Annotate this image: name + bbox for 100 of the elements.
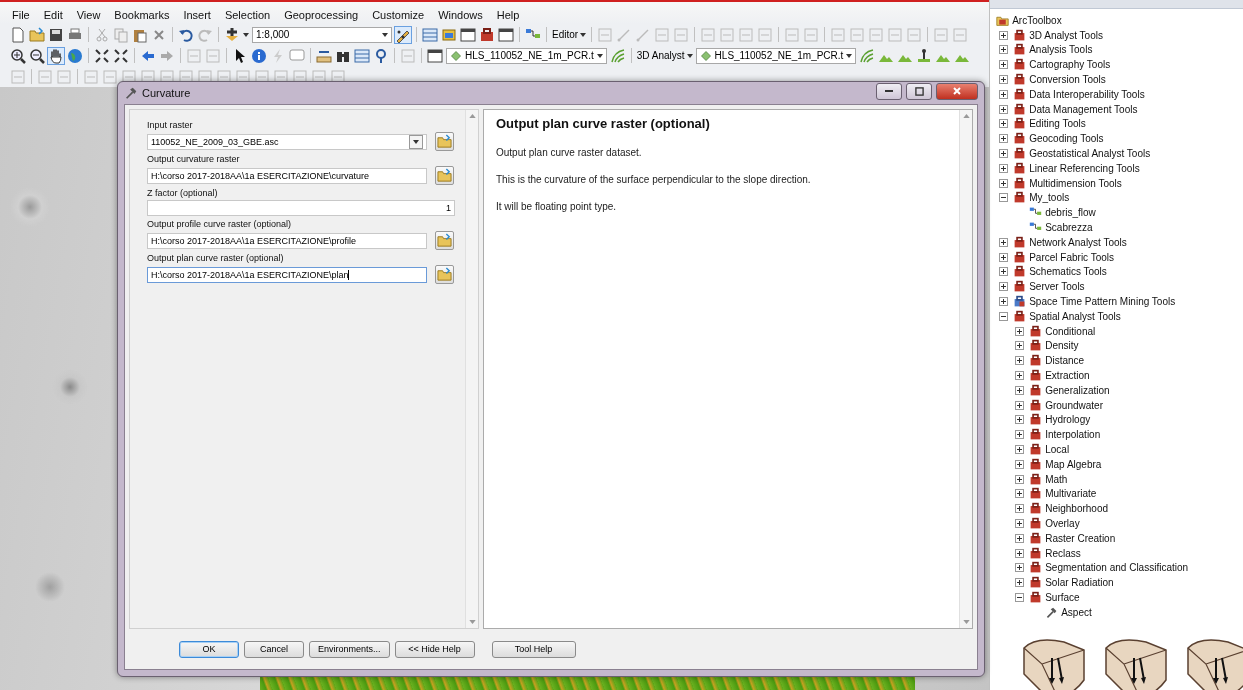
tree-item[interactable]: My_tools (1029, 192, 1070, 204)
scroll-down-icon[interactable] (962, 620, 970, 624)
menu-item[interactable]: Selection (217, 9, 278, 21)
catalog-icon[interactable] (441, 26, 457, 43)
tree-item[interactable]: Hydrology (1045, 414, 1091, 426)
close-button[interactable] (936, 82, 978, 100)
scroll-up-icon[interactable] (962, 114, 970, 118)
tree-item[interactable]: Conditional (1045, 325, 1096, 337)
expander-icon[interactable] (999, 30, 1009, 40)
tree-item[interactable]: Parcel Fabric Tools (1029, 251, 1115, 263)
scrollbar[interactable] (465, 110, 478, 628)
tree-item[interactable]: Interpolation (1045, 429, 1101, 441)
expander-icon[interactable] (999, 178, 1009, 188)
scrollbar[interactable] (959, 110, 972, 628)
menu-item[interactable]: Help (489, 9, 527, 21)
hillshade-icon[interactable] (859, 47, 876, 64)
editor-menu[interactable]: Editor (552, 29, 587, 40)
expander-icon[interactable] (1015, 459, 1025, 469)
layer-combo[interactable]: HLS_110052_NE_1m_PCR.t (446, 47, 607, 64)
menu-item[interactable]: Customize (365, 9, 432, 21)
expander-icon[interactable] (1015, 371, 1025, 380)
dropdown-button[interactable] (409, 134, 423, 149)
tree-item[interactable]: Data Management Tools (1029, 103, 1138, 115)
expander-icon[interactable] (999, 149, 1009, 159)
expander-icon[interactable] (999, 119, 1009, 129)
tree-item[interactable]: Neighborhood (1045, 503, 1109, 515)
scroll-down-icon[interactable] (468, 620, 476, 624)
menu-item[interactable]: Bookmarks (107, 9, 177, 21)
window-icon[interactable] (460, 26, 476, 43)
dialog-button[interactable]: Environments... (309, 640, 390, 658)
expander-icon[interactable] (1015, 519, 1025, 528)
zoom-in-icon[interactable] (10, 47, 26, 64)
tree-item[interactable]: Server Tools (1029, 281, 1085, 293)
number-field[interactable]: 1 (147, 200, 455, 216)
tree-item[interactable]: Surface (1045, 591, 1080, 603)
tree-item[interactable]: Geostatistical Analyst Tools (1029, 148, 1151, 160)
save-icon[interactable] (48, 26, 64, 43)
raster-dropdown[interactable]: 110052_NE_2009_03_GBE.asc (147, 133, 427, 150)
browse-folder-button[interactable] (435, 231, 454, 250)
path-field[interactable]: H:\corso 2017-2018AA\1a ESERCITAZIONE\plan (147, 266, 427, 283)
tree-item[interactable]: Solar Radiation (1045, 577, 1114, 589)
expander-icon[interactable] (1015, 430, 1025, 440)
menu-item[interactable]: Geoprocessing (277, 9, 366, 21)
expander-icon[interactable] (1015, 326, 1025, 336)
caret-icon[interactable] (243, 32, 249, 37)
menu-item[interactable]: View (69, 9, 108, 21)
expander-icon[interactable] (1015, 533, 1025, 543)
dialog-button[interactable]: OK (179, 640, 239, 658)
tree-item[interactable]: Scabrezza (1045, 222, 1093, 234)
expander-icon[interactable] (999, 297, 1009, 307)
pin-icon[interactable] (373, 47, 389, 64)
expander-icon[interactable] (1015, 592, 1025, 602)
full-extent-icon[interactable] (113, 47, 129, 64)
tree-item[interactable]: Spatial Analyst Tools (1029, 310, 1121, 322)
globe-icon[interactable] (67, 47, 83, 64)
tree-item[interactable]: Network Analyst Tools (1029, 236, 1127, 248)
expander-icon[interactable] (999, 163, 1009, 173)
analyst-menu[interactable]: 3D Analyst (636, 50, 693, 61)
browse-folder-button[interactable] (435, 132, 454, 151)
menu-item[interactable]: Insert (176, 9, 218, 21)
expander-icon[interactable] (1015, 548, 1025, 558)
station-icon[interactable] (916, 47, 933, 64)
tree-item[interactable]: Segmentation and Classification (1045, 562, 1189, 574)
zoom-out-icon[interactable] (29, 47, 45, 64)
maximize-button[interactable] (906, 82, 932, 100)
window-icon[interactable] (427, 47, 443, 64)
expander-icon[interactable] (1015, 578, 1025, 588)
browse-folder-button[interactable] (435, 265, 454, 284)
tree-item[interactable]: Conversion Tools (1029, 74, 1106, 86)
expander-icon[interactable] (1015, 504, 1025, 514)
menu-item[interactable]: File (5, 9, 37, 21)
tree-item[interactable]: Linear Referencing Tools (1029, 162, 1140, 174)
tree-item[interactable]: Editing Tools (1029, 118, 1086, 130)
scale-combo[interactable]: 1:8,000 (252, 26, 392, 43)
expander-icon[interactable] (999, 311, 1009, 321)
window-icon[interactable] (498, 26, 514, 43)
tree-item[interactable]: ArcToolbox (1012, 14, 1062, 26)
tree-item[interactable]: Math (1045, 473, 1068, 485)
expander-icon[interactable] (999, 267, 1009, 277)
tree-item[interactable]: Multidimension Tools (1029, 177, 1122, 189)
tree-item[interactable]: Space Time Pattern Mining Tools (1029, 296, 1176, 308)
expander-icon[interactable] (999, 282, 1009, 292)
expander-icon[interactable] (999, 75, 1009, 85)
expander-icon[interactable] (1015, 445, 1025, 454)
expander-icon[interactable] (999, 193, 1009, 203)
info-icon[interactable] (251, 47, 267, 64)
expander-icon[interactable] (999, 237, 1009, 247)
tree-item[interactable]: debris_flow (1045, 207, 1096, 219)
tree-item[interactable]: Aspect (1061, 606, 1092, 618)
expander-icon[interactable] (1015, 341, 1025, 351)
add-data-icon[interactable] (224, 26, 240, 43)
pan-icon[interactable] (48, 47, 64, 64)
tree-item[interactable]: Data Interoperability Tools (1029, 88, 1145, 100)
tree-item[interactable]: Schematics Tools (1029, 266, 1107, 278)
toolbox-icon[interactable] (479, 26, 495, 43)
expander-icon[interactable] (1015, 385, 1025, 395)
dialog-button[interactable]: Cancel (244, 640, 304, 658)
menu-item[interactable]: Windows (431, 9, 490, 21)
edit-vertices-icon[interactable] (395, 26, 411, 43)
tree-item[interactable]: Overlay (1045, 518, 1080, 529)
